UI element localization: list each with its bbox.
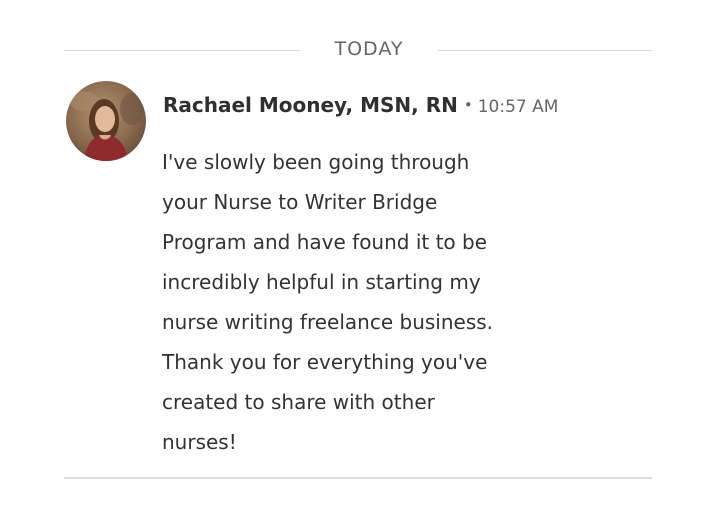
separator-dot: • (463, 96, 473, 114)
author-name[interactable]: Rachael Mooney, MSN, RN (163, 93, 458, 117)
message-line: Program and have found it to be (162, 230, 488, 254)
message-line: your Nurse to Writer Bridge (162, 190, 438, 214)
message-line: Thank you for everything you've (162, 350, 488, 374)
avatar-photo (66, 81, 146, 161)
message-line: nurse writing freelance business. (162, 310, 494, 334)
bottom-divider (64, 477, 652, 479)
divider-rule-left (64, 50, 300, 51)
message-header: Rachael Mooney, MSN, RN • 10:57 AM (163, 89, 558, 123)
message-body: I've slowly been going through your Nurs… (162, 142, 592, 462)
message-line: incredibly helpful in starting my (162, 270, 481, 294)
message-line: created to share with other (162, 390, 435, 414)
message-line: nurses! (162, 430, 237, 454)
message-line: I've slowly been going through (162, 150, 470, 174)
avatar[interactable] (66, 81, 146, 161)
message-timestamp: 10:57 AM (477, 97, 559, 117)
day-divider-label: TODAY (334, 38, 404, 60)
day-divider: TODAY (64, 36, 652, 66)
divider-rule-right (438, 50, 652, 51)
